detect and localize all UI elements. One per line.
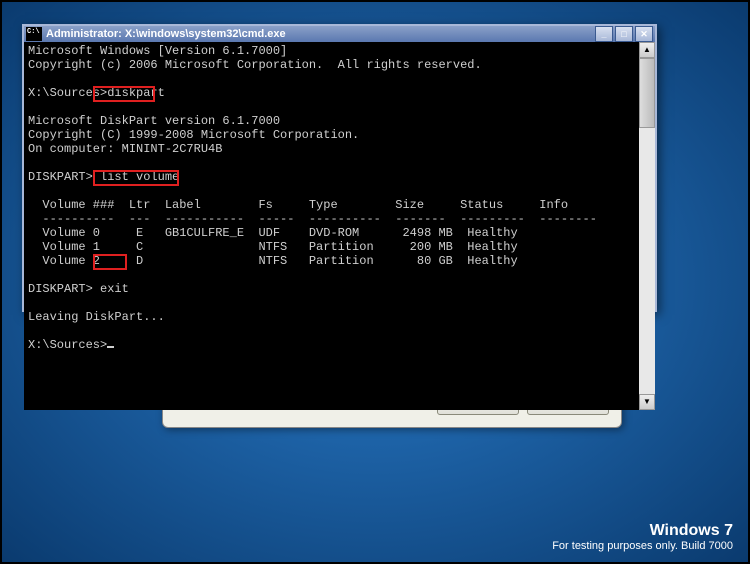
terminal-output[interactable]: Microsoft Windows [Version 6.1.7000] Cop… [24, 42, 639, 410]
maximize-button[interactable]: □ [615, 26, 633, 42]
scroll-thumb[interactable] [639, 58, 655, 128]
close-button[interactable]: ✕ [635, 26, 653, 42]
cursor [107, 346, 114, 348]
scroll-up-button[interactable]: ▲ [639, 42, 655, 58]
cmd-titlebar-icon: C:\ [26, 27, 42, 41]
titlebar[interactable]: C:\ Administrator: X:\windows\system32\c… [24, 26, 655, 42]
scroll-down-button[interactable]: ▼ [639, 394, 655, 410]
desktop-branding: Windows 7 For testing purposes only. Bui… [552, 522, 733, 552]
minimize-button[interactable]: _ [595, 26, 613, 42]
highlight-list-volume [93, 170, 179, 186]
window-title: Administrator: X:\windows\system32\cmd.e… [46, 28, 286, 40]
scrollbar[interactable]: ▲ ▼ [639, 42, 655, 410]
build-info: For testing purposes only. Build 7000 [552, 540, 733, 552]
scroll-track[interactable] [639, 128, 655, 394]
highlight-diskpart [93, 86, 155, 102]
highlight-exit [93, 254, 127, 270]
os-name: Windows 7 [552, 522, 733, 540]
cmd-window: C:\ Administrator: X:\windows\system32\c… [22, 24, 657, 312]
